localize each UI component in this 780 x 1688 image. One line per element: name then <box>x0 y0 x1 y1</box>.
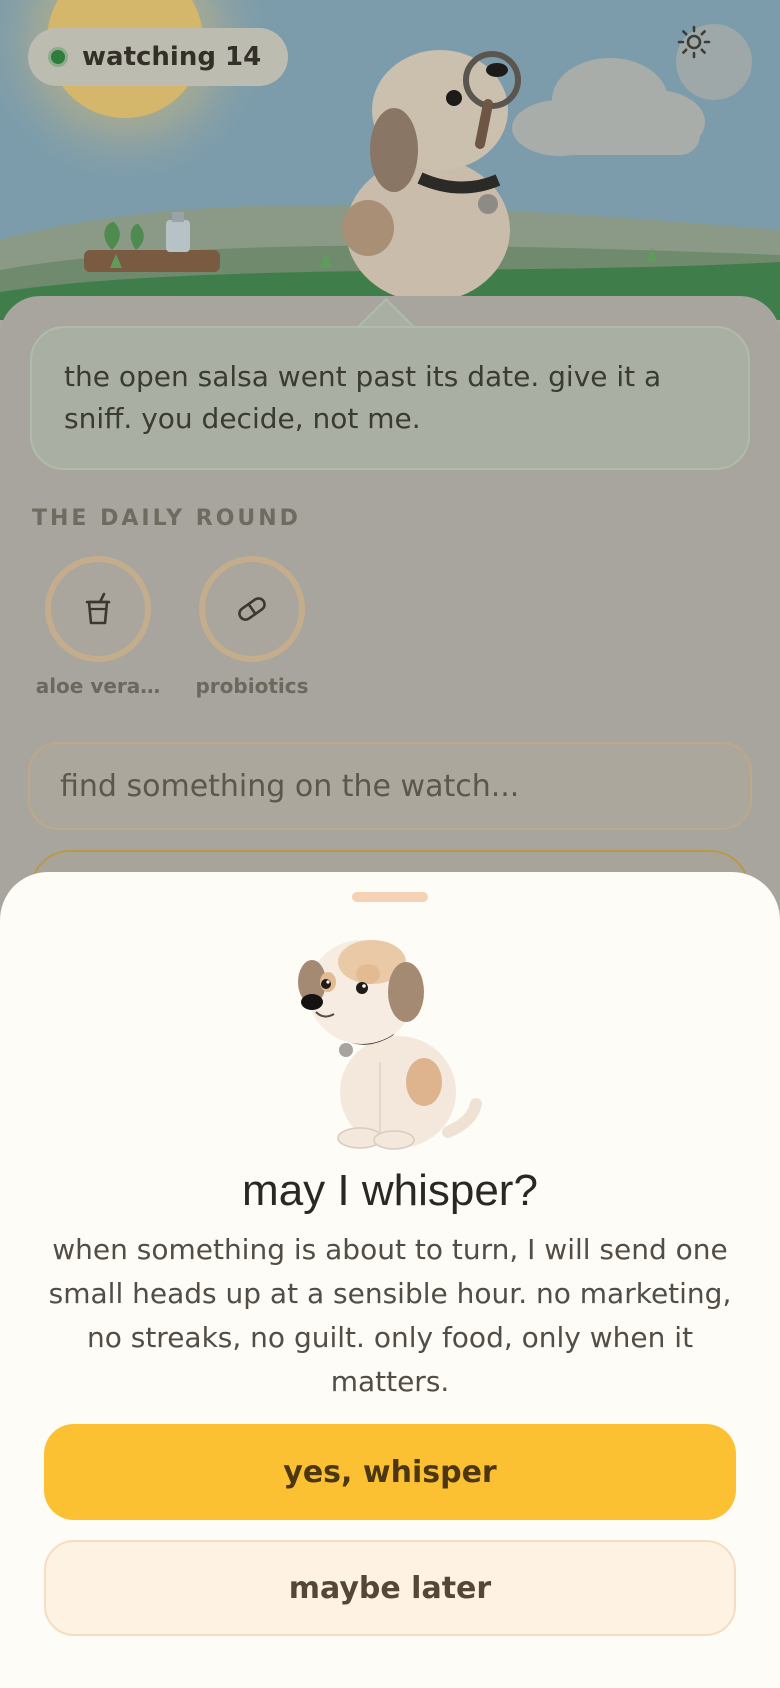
status-indicator-dot <box>48 47 68 67</box>
gear-icon <box>677 25 711 59</box>
search-input[interactable] <box>60 768 720 804</box>
daily-round-title: THE DAILY ROUND <box>32 506 301 531</box>
notification-permission-sheet: may I whisper? when something is about t… <box>0 872 780 1688</box>
sheet-drag-handle[interactable] <box>352 892 428 902</box>
hero-scene: watching 14 <box>0 0 780 320</box>
daily-round-label: aloe vera… <box>35 674 161 698</box>
dog-mascot-icon <box>298 940 482 1150</box>
daily-round-label: probiotics <box>195 674 309 698</box>
yes-whisper-button[interactable]: yes, whisper <box>44 1424 736 1520</box>
daily-round-circle <box>45 556 151 662</box>
pill-icon <box>238 597 266 621</box>
daily-round-item-probiotics[interactable]: probiotics <box>187 556 317 698</box>
modal-body-text: when something is about to turn, I will … <box>48 1233 732 1398</box>
dog-message-text: the open salsa went past its date. give … <box>64 360 662 435</box>
daily-round-circle <box>199 556 305 662</box>
modal-title: may I whisper? <box>242 1166 538 1215</box>
cup-icon <box>85 592 111 625</box>
daily-round-item-aloe-vera[interactable]: aloe vera… <box>33 556 163 698</box>
watching-count-label: watching 14 <box>82 42 262 72</box>
maybe-later-button[interactable]: maybe later <box>44 1540 736 1636</box>
watching-status-pill[interactable]: watching 14 <box>28 28 288 86</box>
search-field[interactable] <box>28 742 752 830</box>
dog-message-bubble: the open salsa went past its date. give … <box>30 326 750 470</box>
settings-button[interactable] <box>676 24 752 100</box>
